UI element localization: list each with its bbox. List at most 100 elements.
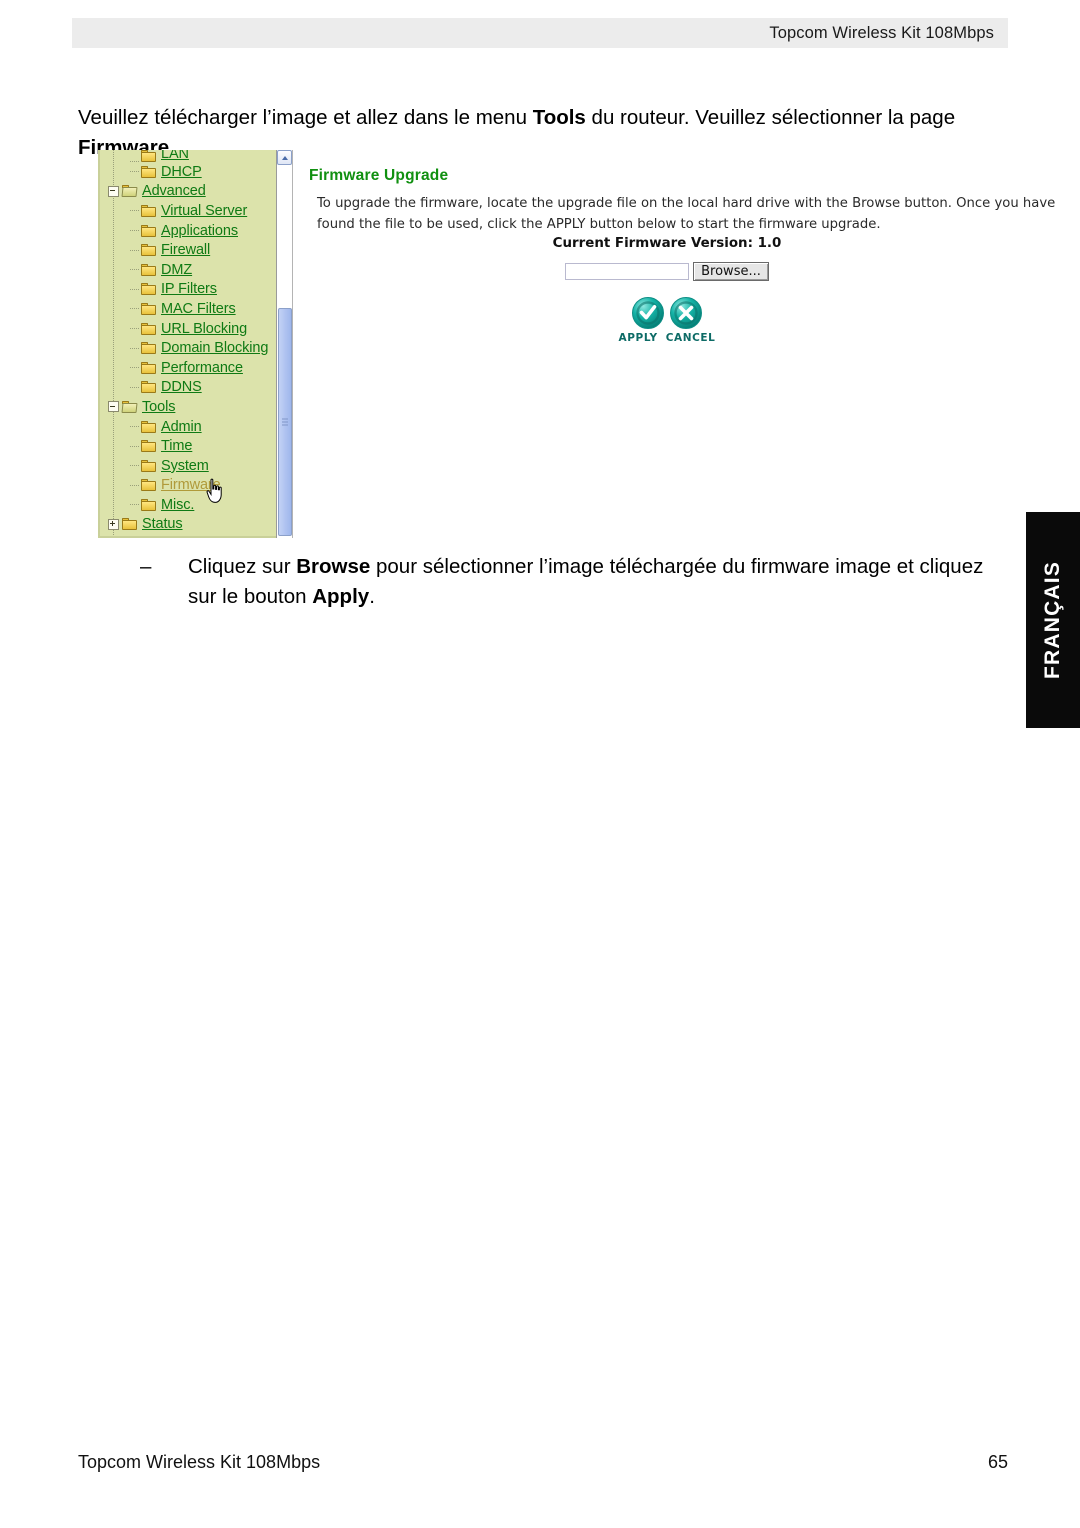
tree-connector-line	[130, 269, 140, 271]
folder-closed-icon	[141, 224, 156, 237]
folder-closed-icon	[141, 361, 156, 374]
tree-item-status[interactable]: Status	[100, 515, 276, 535]
tree-collapse-minus-icon[interactable]	[108, 401, 119, 413]
tree-item-label[interactable]: System	[161, 458, 209, 474]
tree-connector-line	[130, 308, 140, 310]
tree-item-label[interactable]: Misc.	[161, 497, 194, 513]
tree-item-label[interactable]: Virtual Server	[161, 203, 247, 219]
folder-closed-icon	[141, 322, 156, 335]
tree-item-ip-filters[interactable]: IP Filters	[100, 280, 276, 300]
tree-item-system[interactable]: System	[100, 456, 276, 476]
tree-item-label[interactable]: Firewall	[161, 242, 210, 258]
current-firmware-version: Current Firmware Version: 1.0	[552, 236, 782, 251]
hand-pointer-cursor	[206, 478, 222, 503]
tree-item-label[interactable]: DMZ	[161, 262, 192, 278]
tree-collapse-minus-icon[interactable]	[108, 185, 119, 197]
tree-item-dhcp[interactable]: DHCP	[100, 162, 276, 182]
bullet-text-1: Cliquez sur	[188, 555, 297, 578]
bullet-bold-browse: Browse	[296, 555, 371, 578]
folder-open-icon	[121, 400, 138, 413]
tree-item-virtual-server[interactable]: Virtual Server	[100, 201, 276, 221]
bullet-paragraph: – Cliquez sur Browse pour sélectionner l…	[140, 552, 985, 612]
tree-item-label[interactable]: Performance	[161, 360, 243, 376]
tree-item-label[interactable]: URL Blocking	[161, 321, 247, 337]
tree-item-label[interactable]: Advanced	[142, 183, 206, 199]
apply-check-icon[interactable]	[631, 296, 665, 330]
language-tab-label: FRANÇAIS	[1041, 560, 1065, 680]
tree-connector-line	[130, 386, 140, 388]
tree-connector-line	[130, 249, 140, 251]
cancel-x-icon[interactable]	[669, 296, 703, 330]
firmware-upgrade-panel: Firmware Upgrade To upgrade the firmware…	[295, 150, 1055, 538]
file-select-row: Browse...	[317, 262, 1017, 281]
tree-item-advanced[interactable]: Advanced	[100, 182, 276, 202]
folder-closed-icon	[141, 244, 156, 257]
tree-connector-line	[130, 504, 140, 506]
panel-title: Firmware Upgrade	[309, 167, 449, 184]
language-side-tab: FRANÇAIS	[1026, 512, 1080, 728]
tree-item-label[interactable]: LAN	[161, 150, 189, 162]
tree-connector-line	[130, 210, 140, 212]
header-title: Topcom Wireless Kit 108Mbps	[769, 23, 994, 42]
tree-item-label[interactable]: Time	[161, 438, 192, 454]
tree-expand-plus-icon[interactable]	[108, 518, 119, 530]
tree-item-label[interactable]: DHCP	[161, 164, 202, 180]
tree-item-label[interactable]: Tools	[142, 399, 175, 415]
tree-item-label[interactable]: Applications	[161, 223, 238, 239]
panel-description: To upgrade the firmware, locate the upgr…	[317, 196, 1056, 232]
folder-closed-icon	[141, 498, 156, 511]
tree-item-domain-blocking[interactable]: Domain Blocking	[100, 338, 276, 358]
tree-item-label[interactable]: MAC Filters	[161, 301, 236, 317]
router-sidebar-tree[interactable]: LAN DHCP Advanced Virtual Server Application…	[98, 150, 276, 538]
intro-text-1: Veuillez télécharger l’image et allez da…	[78, 105, 533, 129]
firmware-file-input[interactable]	[565, 263, 690, 280]
tree-item-tools[interactable]: Tools	[100, 397, 276, 417]
tree-connector-line	[130, 328, 140, 330]
tree-connector-line	[130, 445, 140, 447]
bullet-text: Cliquez sur Browse pour sélectionner l’i…	[188, 552, 985, 612]
folder-closed-icon	[122, 518, 137, 531]
sidebar-scrollbar[interactable]	[276, 150, 293, 538]
tree-item-dmz[interactable]: DMZ	[100, 260, 276, 280]
tree-item-firewall[interactable]: Firewall	[100, 240, 276, 260]
tree-item-admin[interactable]: Admin	[100, 417, 276, 437]
tree-item-applications[interactable]: Applications	[100, 221, 276, 241]
folder-closed-icon	[141, 381, 156, 394]
tree-item-time[interactable]: Time	[100, 436, 276, 456]
tree-item-misc[interactable]: Misc.	[100, 495, 276, 515]
tree-item-label[interactable]: DDNS	[161, 379, 202, 395]
scrollbar-thumb[interactable]	[278, 308, 292, 536]
tree-item-ddns[interactable]: DDNS	[100, 378, 276, 398]
tree-item-performance[interactable]: Performance	[100, 358, 276, 378]
apply-label[interactable]: APPLY	[619, 332, 658, 344]
tree-item-mac-filters[interactable]: MAC Filters	[100, 299, 276, 319]
scroll-up-arrow-icon[interactable]	[277, 150, 292, 165]
tree-item-label[interactable]: Admin	[161, 419, 202, 435]
folder-closed-icon	[141, 263, 156, 276]
intro-text-2: du routeur. Veuillez sélectionner la pag…	[585, 105, 956, 129]
footer-page-number: 65	[987, 1452, 1008, 1472]
folder-closed-icon	[141, 165, 156, 178]
folder-closed-icon	[141, 302, 156, 315]
tree-connector-line	[130, 347, 140, 349]
action-buttons-group: APPLY CANCEL	[317, 296, 1017, 344]
tree-connector-line	[130, 171, 140, 173]
tree-item-label[interactable]: Domain Blocking	[161, 340, 268, 356]
folder-closed-icon	[141, 150, 156, 162]
tree-item-firmware[interactable]: Firmware	[100, 476, 276, 496]
tree-connector-line	[130, 230, 140, 232]
browse-button[interactable]: Browse...	[693, 262, 769, 281]
tree-item-list: LAN DHCP Advanced Virtual Server Application…	[100, 150, 276, 534]
tree-item-label[interactable]: Status	[142, 516, 183, 532]
tree-item-url-blocking[interactable]: URL Blocking	[100, 319, 276, 339]
bullet-dash: –	[140, 555, 152, 578]
tree-item-label[interactable]: IP Filters	[161, 281, 217, 297]
footer-title: Topcom Wireless Kit 108Mbps	[78, 1452, 321, 1472]
intro-bold-tools: Tools	[532, 105, 586, 129]
bullet-text-3: .	[369, 585, 375, 608]
tree-connector-line	[130, 367, 140, 369]
tree-item-lan[interactable]: LAN	[100, 150, 276, 162]
cancel-label[interactable]: CANCEL	[666, 332, 716, 344]
folder-closed-icon	[141, 459, 156, 472]
folder-open-icon	[121, 185, 138, 198]
